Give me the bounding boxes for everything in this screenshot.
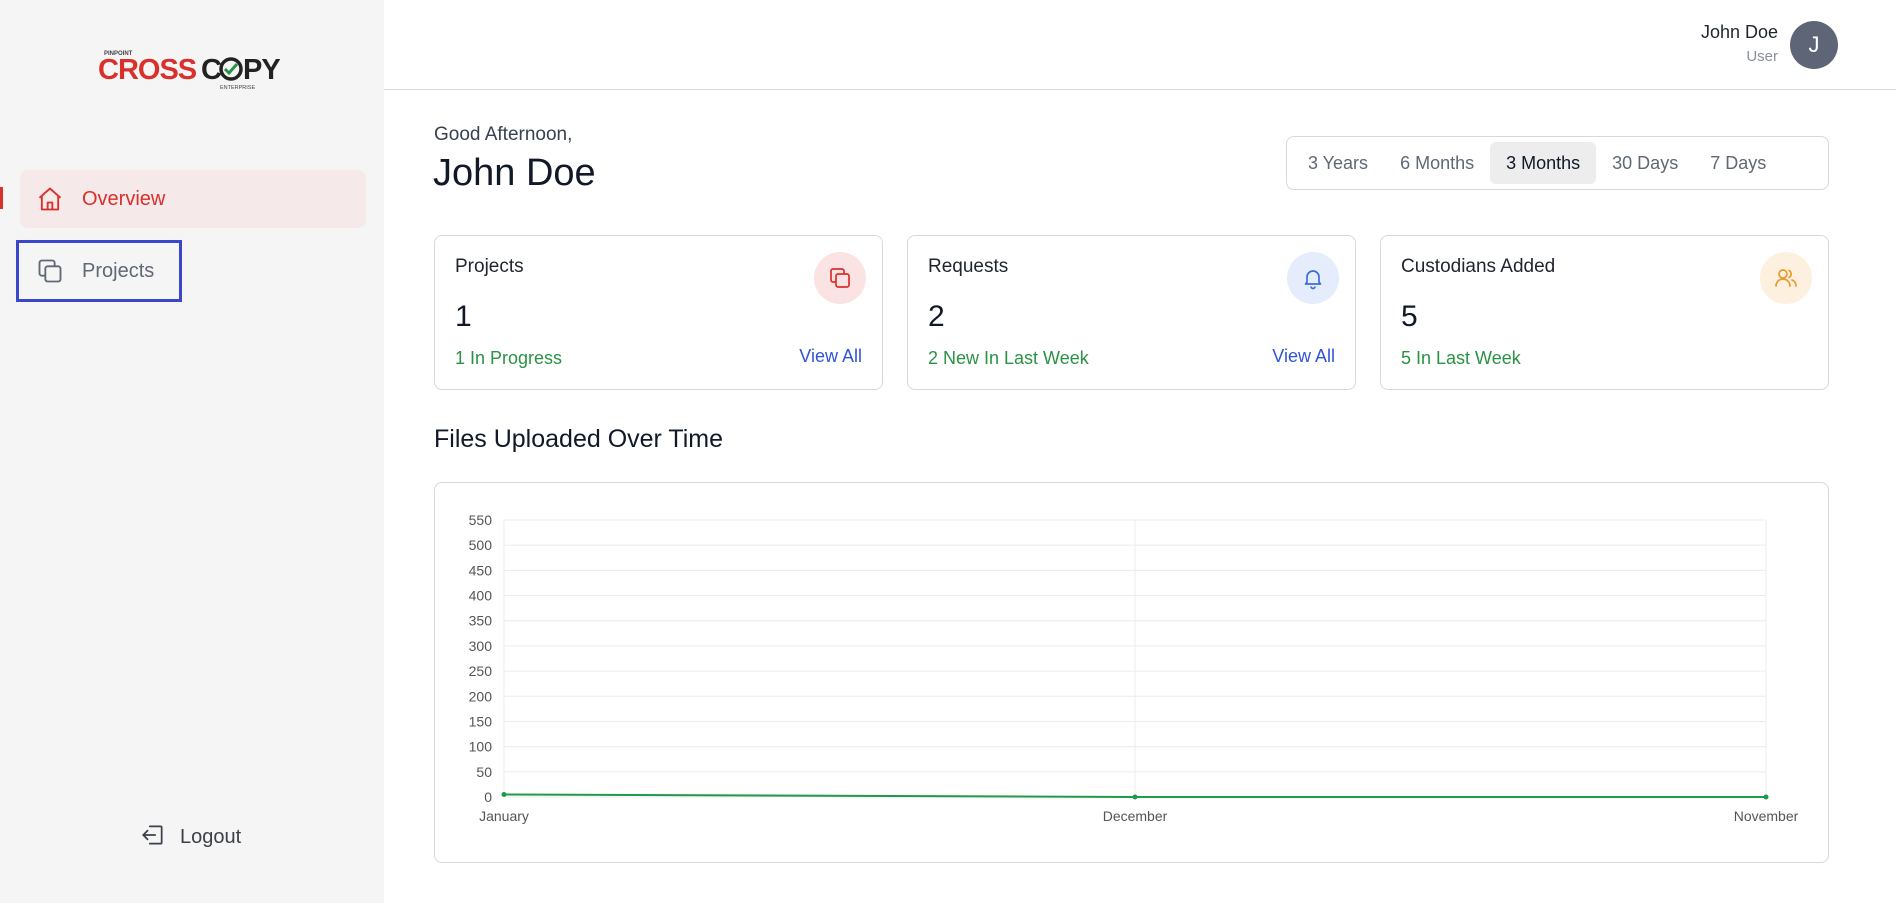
card-title: Requests	[928, 256, 1009, 277]
sidebar-item-projects[interactable]: Projects	[20, 242, 366, 300]
logout-icon	[140, 822, 166, 853]
range-3-months[interactable]: 3 Months	[1490, 142, 1597, 184]
copy-icon	[814, 252, 866, 304]
card-subtext: 5 In Last Week	[1401, 348, 1521, 368]
range-6-months[interactable]: 6 Months	[1384, 142, 1490, 184]
x-tick-label: December	[1103, 808, 1168, 824]
greeting: Good Afternoon,	[434, 124, 573, 145]
bell-icon	[1287, 252, 1339, 304]
requests-card: Requests 2 2 New In Last Week View All	[907, 235, 1356, 390]
data-point	[1132, 794, 1138, 800]
chart-canvas: 0 50 100 150 200 250 300 350 400 450 500 550 January…	[469, 512, 1799, 824]
y-tick-label: 500	[469, 537, 493, 553]
y-tick-label: 50	[476, 764, 492, 780]
y-tick-label: 450	[469, 562, 493, 578]
range-7-days[interactable]: 7 Days	[1694, 142, 1782, 184]
y-tick-label: 550	[469, 512, 493, 528]
copy-icon	[36, 257, 64, 285]
crosscopy-logo[interactable]: PINPOINT CROSS C PY ENTERPRISE	[98, 48, 288, 90]
range-3-years[interactable]: 3 Years	[1292, 142, 1384, 184]
active-nav-marker	[0, 187, 3, 209]
user-role: User	[1746, 48, 1778, 65]
chart-title: Files Uploaded Over Time	[434, 425, 724, 453]
card-value: 1	[455, 300, 472, 333]
x-tick-label: January	[479, 808, 529, 824]
user-name[interactable]: John Doe	[1701, 22, 1778, 43]
sidebar: PINPOINT CROSS C PY ENTERPRISE Overview …	[0, 0, 384, 903]
card-value: 5	[1401, 300, 1418, 333]
svg-text:PY: PY	[243, 54, 280, 86]
files-uploaded-chart: 0 50 100 150 200 250 300 350 400 450 500 550 January…	[434, 482, 1829, 863]
custodians-card: Custodians Added 5 5 In Last Week	[1380, 235, 1829, 390]
sidebar-item-label: Projects	[82, 259, 155, 282]
page-title: John Doe	[433, 152, 596, 194]
y-tick-label: 0	[484, 789, 492, 805]
y-tick-label: 100	[469, 739, 493, 755]
x-tick-label: November	[1734, 808, 1799, 824]
avatar[interactable]: J	[1790, 21, 1838, 69]
card-title: Custodians Added	[1401, 256, 1556, 277]
y-tick-label: 350	[469, 613, 493, 629]
home-icon	[36, 185, 64, 213]
data-point	[501, 791, 507, 797]
top-bar: John Doe User J	[384, 0, 1896, 90]
projects-card: Projects 1 1 In Progress View All	[434, 235, 883, 390]
logout-button[interactable]: Logout	[140, 822, 241, 853]
time-range-selector: 3 Years 6 Months 3 Months 30 Days 7 Days	[1286, 136, 1829, 190]
card-subtext: 1 In Progress	[455, 348, 563, 368]
sidebar-item-overview[interactable]: Overview	[20, 170, 366, 228]
y-tick-label: 200	[469, 688, 493, 704]
svg-text:ENTERPRISE: ENTERPRISE	[220, 85, 255, 90]
logout-label: Logout	[180, 826, 242, 848]
users-icon	[1760, 252, 1812, 304]
sidebar-item-label: Overview	[82, 187, 166, 210]
view-all-requests-link[interactable]: View All	[1272, 346, 1335, 367]
card-title: Projects	[455, 256, 524, 277]
svg-text:CROSS: CROSS	[98, 54, 197, 86]
y-tick-label: 300	[469, 638, 493, 654]
range-30-days[interactable]: 30 Days	[1596, 142, 1694, 184]
view-all-projects-link[interactable]: View All	[799, 346, 862, 367]
y-tick-label: 400	[469, 588, 493, 604]
svg-text:C: C	[201, 54, 222, 86]
y-tick-label: 250	[469, 663, 493, 679]
data-point	[1763, 794, 1769, 800]
y-tick-label: 150	[469, 713, 493, 729]
card-subtext: 2 New In Last Week	[928, 348, 1089, 368]
card-value: 2	[928, 300, 945, 333]
